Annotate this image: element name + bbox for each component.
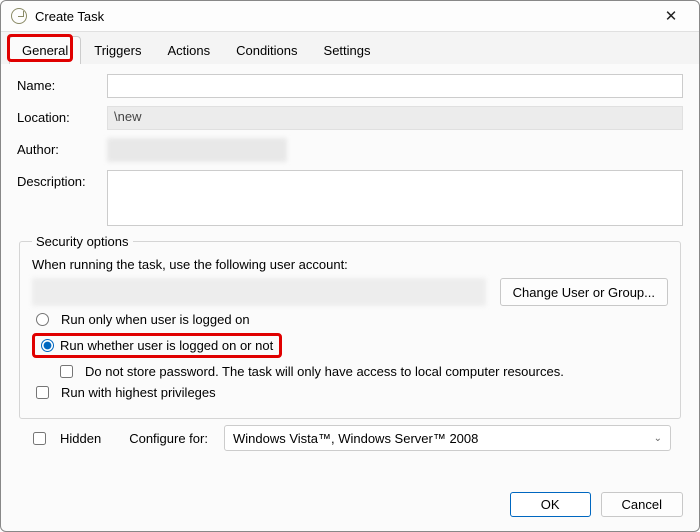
tab-strip: General Triggers Actions Conditions Sett… [1, 32, 699, 64]
tab-panel-general: Name: Location: \new Author: Description… [1, 64, 699, 482]
author-label: Author: [17, 138, 107, 157]
titlebar: Create Task ✕ [1, 1, 699, 32]
close-button[interactable]: ✕ [653, 7, 689, 25]
radio-run-whether[interactable] [41, 339, 54, 352]
chevron-down-icon: ⌄ [654, 433, 662, 444]
description-input[interactable] [107, 170, 683, 226]
radio-run-whether-label: Run whether user is logged on or not [60, 338, 273, 353]
author-value-redacted [107, 138, 287, 162]
tab-settings[interactable]: Settings [311, 36, 384, 64]
description-label: Description: [17, 170, 107, 189]
security-legend: Security options [32, 234, 133, 249]
clock-icon [11, 8, 27, 24]
name-label: Name: [17, 74, 107, 93]
tab-general[interactable]: General [9, 36, 81, 64]
tab-actions[interactable]: Actions [154, 36, 223, 64]
radio-run-logged-on[interactable] [36, 313, 49, 326]
tab-triggers[interactable]: Triggers [81, 36, 154, 64]
dialog-footer: OK Cancel [1, 482, 699, 531]
radio-run-logged-on-label: Run only when user is logged on [61, 312, 250, 327]
checkbox-hidden[interactable] [33, 432, 46, 445]
configure-for-select[interactable]: Windows Vista™, Windows Server™ 2008 ⌄ [224, 425, 671, 451]
user-account-redacted [32, 278, 486, 306]
tab-conditions[interactable]: Conditions [223, 36, 310, 64]
security-prompt: When running the task, use the following… [32, 257, 668, 272]
name-input[interactable] [107, 74, 683, 98]
checkbox-no-store-password-label: Do not store password. The task will onl… [85, 364, 564, 379]
location-value: \new [107, 106, 683, 130]
change-user-button[interactable]: Change User or Group... [500, 278, 668, 306]
checkbox-highest-privileges-label: Run with highest privileges [61, 385, 216, 400]
cancel-button[interactable]: Cancel [601, 492, 683, 517]
configure-for-value: Windows Vista™, Windows Server™ 2008 [233, 431, 478, 446]
window-title: Create Task [35, 9, 653, 24]
configure-for-label: Configure for: [129, 431, 208, 446]
ok-button[interactable]: OK [510, 492, 591, 517]
highlight-run-whether: Run whether user is logged on or not [32, 333, 282, 358]
security-options-group: Security options When running the task, … [19, 234, 681, 419]
checkbox-no-store-password[interactable] [60, 365, 73, 378]
location-label: Location: [17, 106, 107, 125]
checkbox-highest-privileges[interactable] [36, 386, 49, 399]
checkbox-hidden-label: Hidden [60, 431, 101, 446]
create-task-dialog: Create Task ✕ General Triggers Actions C… [0, 0, 700, 532]
